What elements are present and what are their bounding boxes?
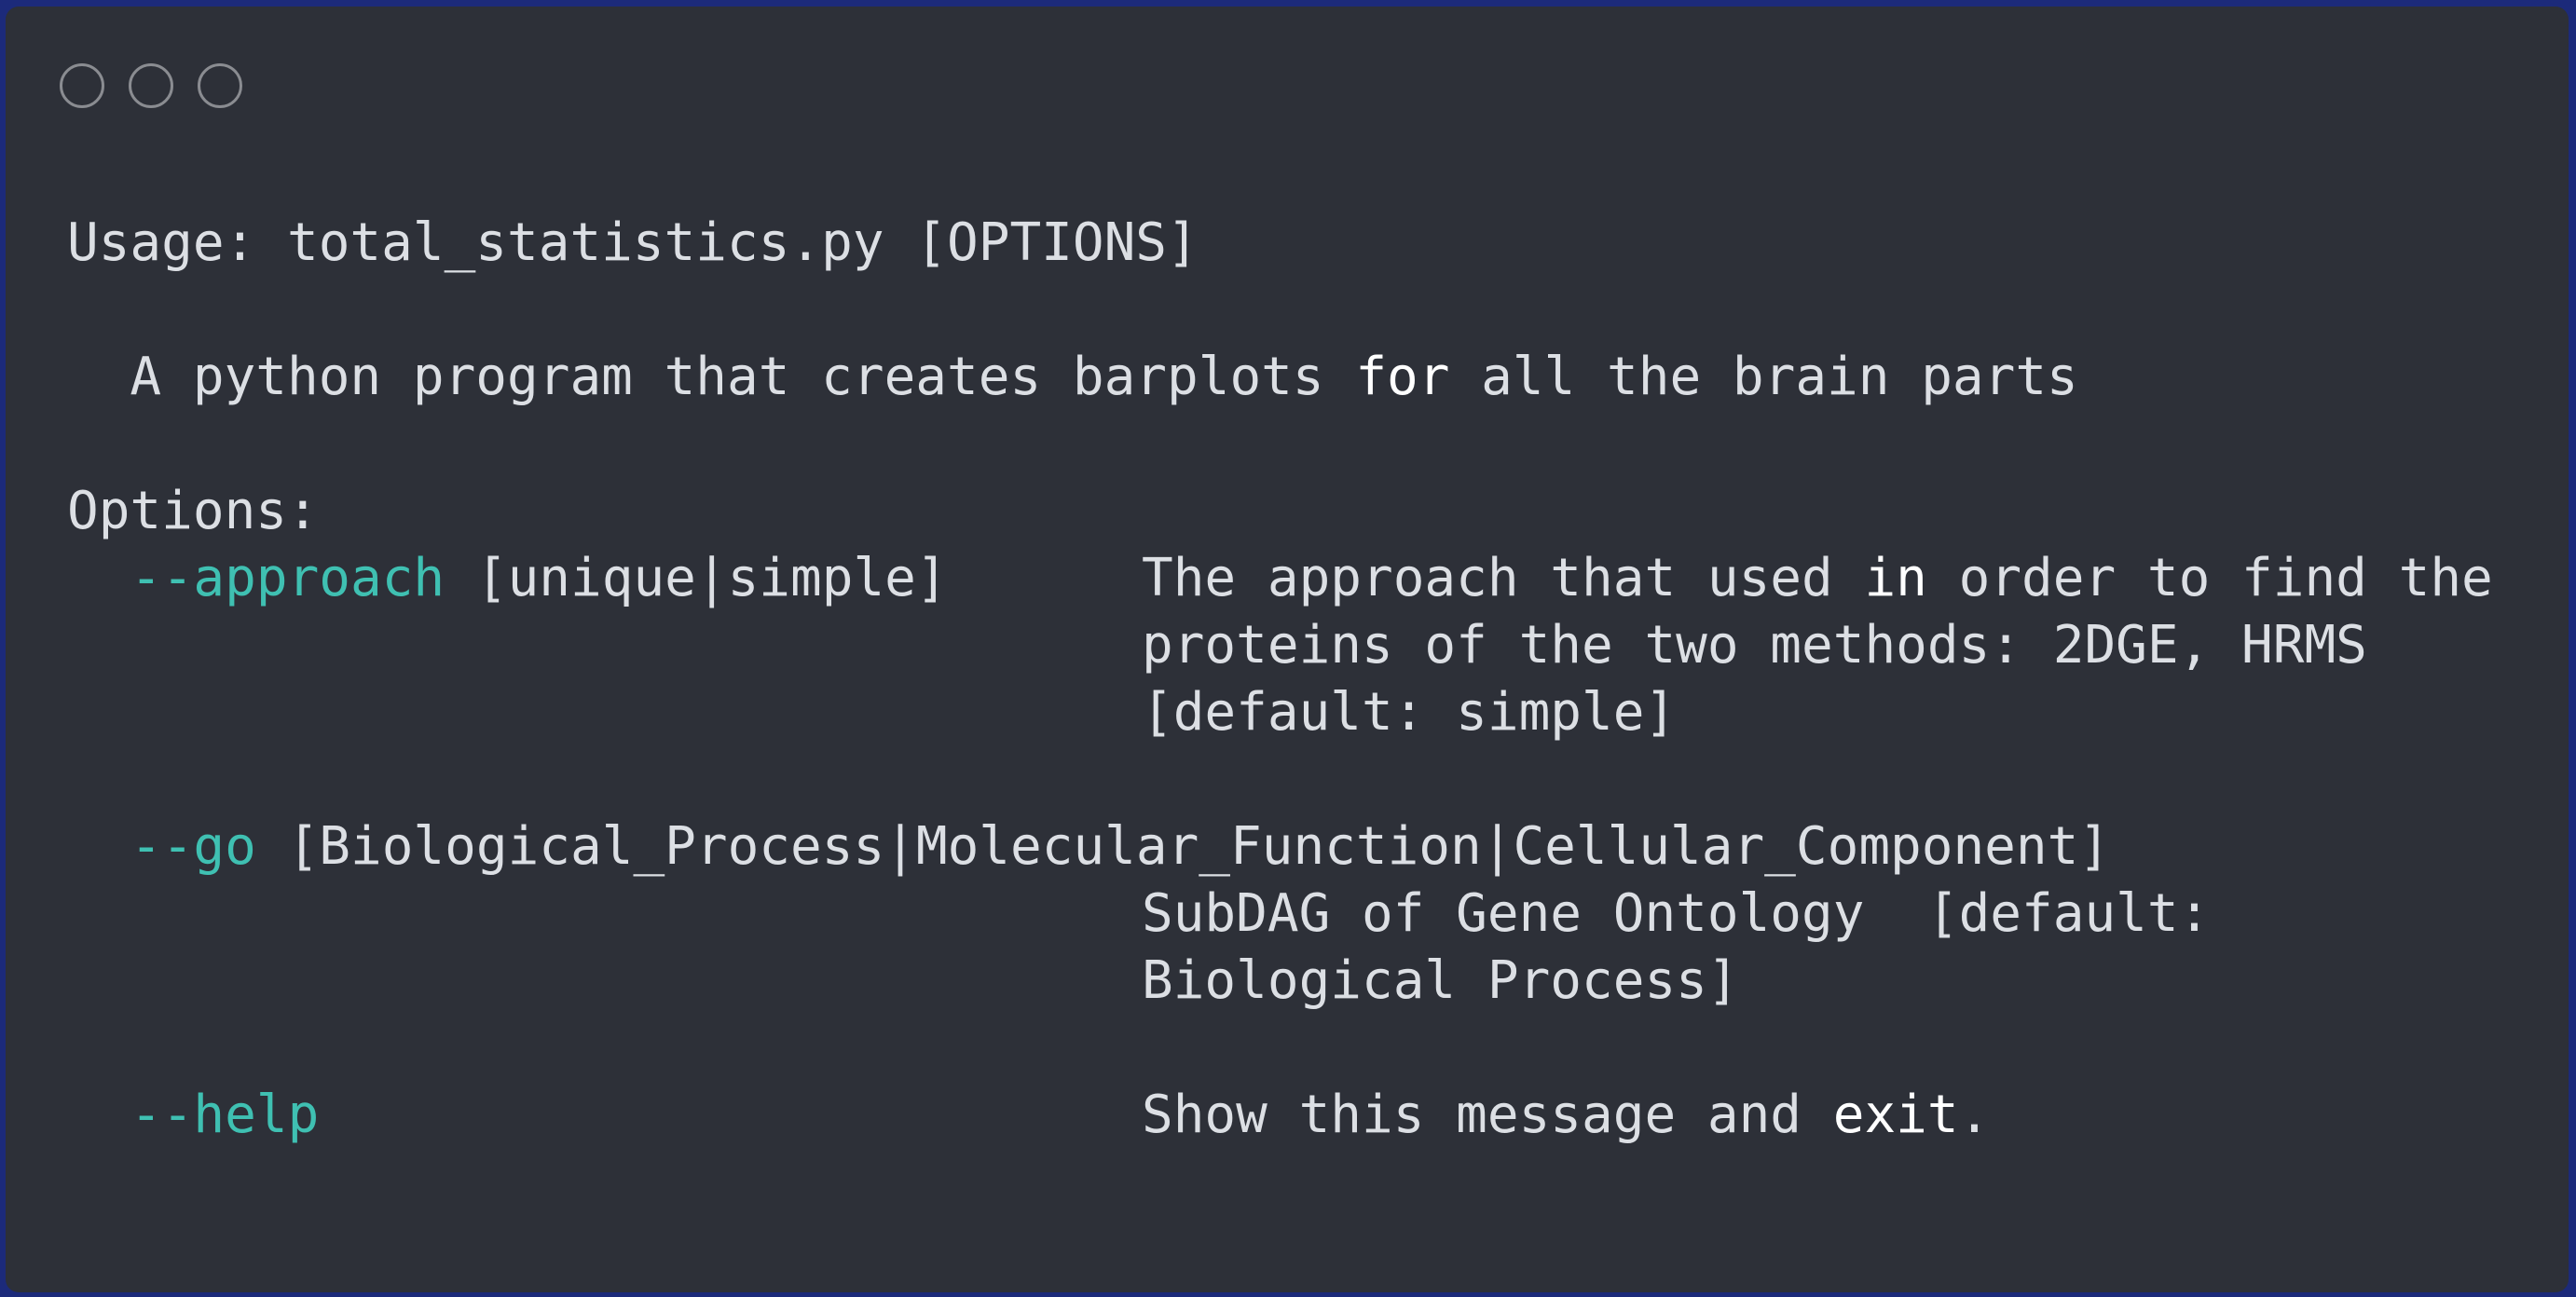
approach-description-2: proteins of the two methods: 2DGE, HRMS — [1142, 615, 2367, 676]
options-header: Options: — [67, 481, 319, 541]
option-go: --go [Biological_Process|Molecular_Funct… — [130, 813, 2110, 881]
approach-description-1: The approach that used in order to find … — [1142, 545, 2493, 612]
approach-choices: [unique|simple] — [445, 548, 948, 608]
terminal-window: Usage: total_statistics.py [OPTIONS] A p… — [6, 7, 2569, 1292]
approach-desc-text: The approach that used — [1142, 548, 1865, 608]
approach-flag: --approach — [130, 548, 445, 608]
description-text: A python program that creates barplots — [67, 347, 1356, 407]
approach-desc-keyword: in — [1864, 548, 1927, 608]
go-description-1: SubDAG of Gene Ontology [default: — [1142, 883, 2211, 944]
description-text-end: all the brain parts — [1449, 347, 2078, 407]
description-line: A python program that creates barplots f… — [67, 344, 2078, 411]
approach-desc-text-end: order to find the — [1926, 548, 2493, 608]
help-flag: --help — [130, 1085, 320, 1145]
description-keyword: for — [1355, 347, 1450, 407]
usage-line: Usage: total_statistics.py [OPTIONS] — [67, 212, 1199, 273]
option-approach: --approach [unique|simple] — [130, 545, 948, 612]
go-description-2: Biological Process] — [1142, 950, 1739, 1011]
maximize-button[interactable] — [198, 63, 242, 108]
help-desc-keyword: exit — [1832, 1085, 1959, 1145]
go-flag: --go — [130, 816, 256, 877]
help-desc-text: Show this message and — [1142, 1085, 1833, 1145]
help-desc-end: . — [1958, 1085, 1991, 1145]
approach-default: [default: simple] — [1142, 682, 1677, 743]
terminal-output: Usage: total_statistics.py [OPTIONS] A p… — [67, 7, 2493, 1157]
go-choices: [Biological_Process|Molecular_Function|C… — [255, 816, 2111, 877]
help-description: Show this message and exit. — [1142, 1082, 1990, 1149]
option-help: --help — [130, 1082, 319, 1149]
